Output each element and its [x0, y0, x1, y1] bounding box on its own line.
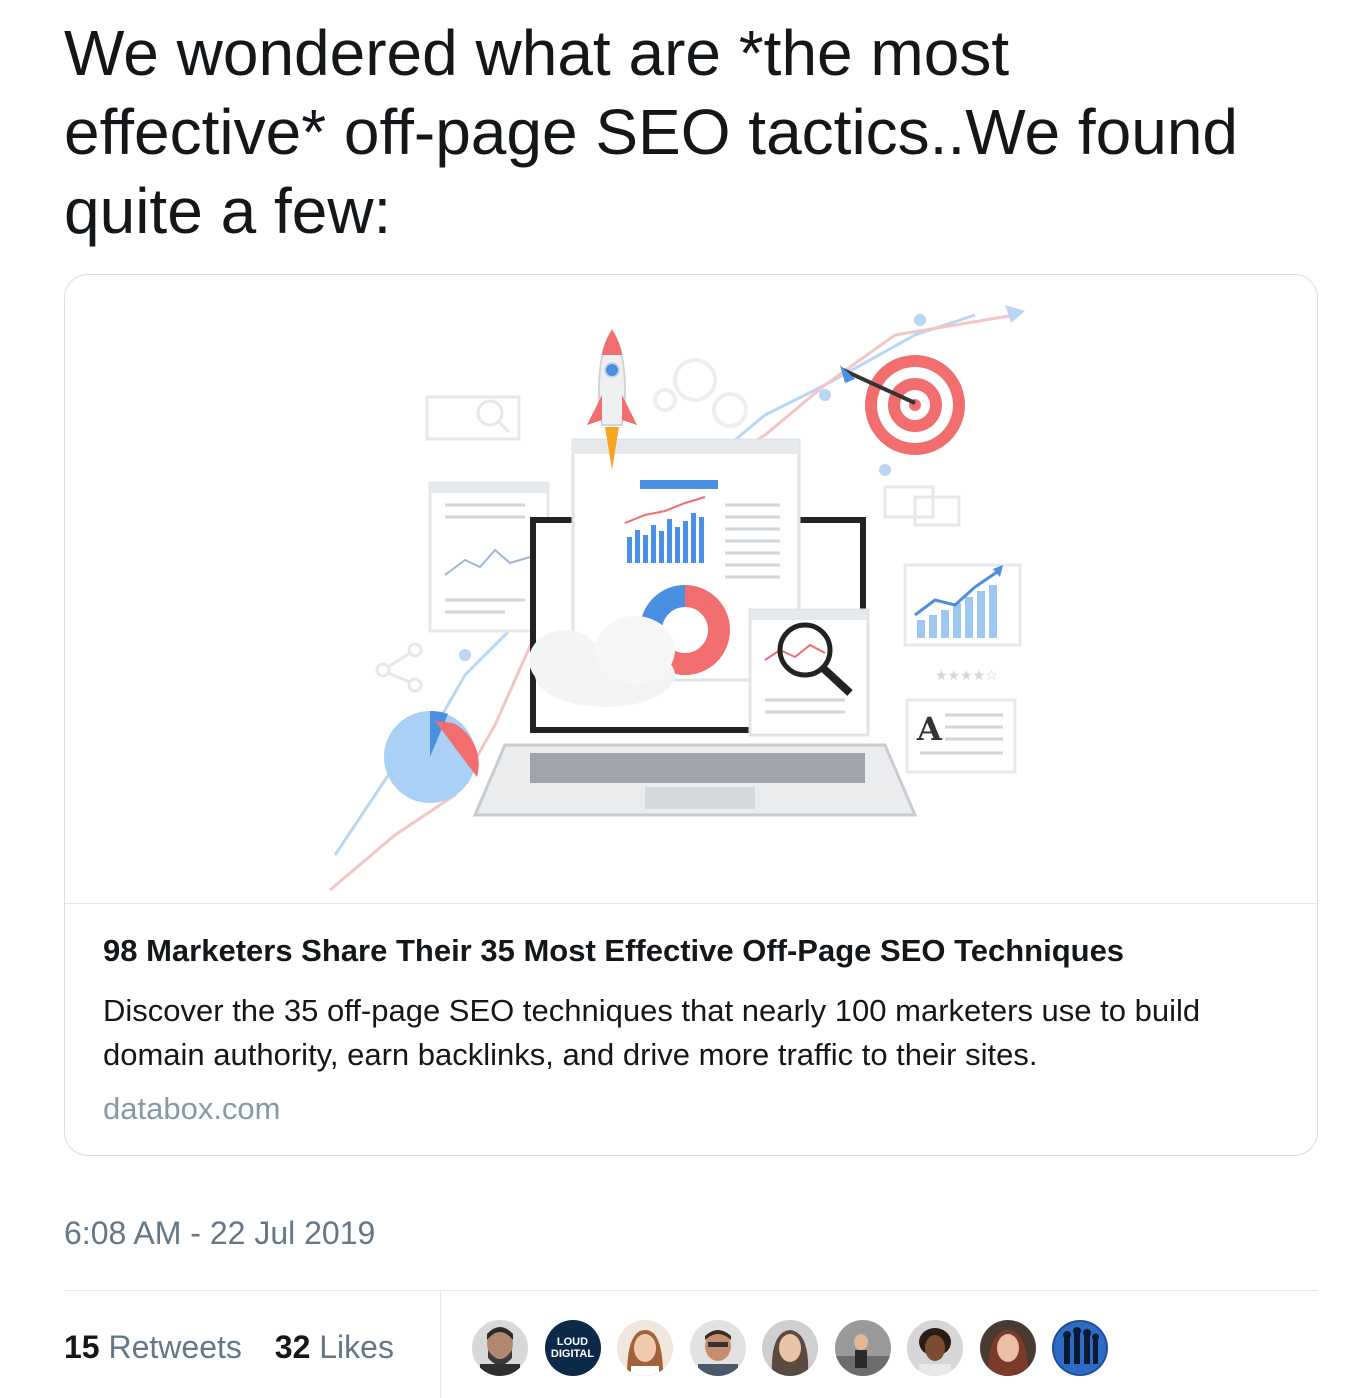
retweets-stat[interactable]: 15 Retweets: [64, 1329, 242, 1365]
avatar-brand-line2: DIGITAL: [550, 1348, 595, 1360]
avatar[interactable]: [615, 1318, 675, 1378]
avatar[interactable]: [687, 1318, 748, 1378]
retweets-label: Retweets: [108, 1329, 242, 1365]
avatar[interactable]: [760, 1318, 820, 1378]
retweets-count: 15: [64, 1329, 100, 1365]
avatar[interactable]: [905, 1318, 965, 1378]
engagement-stats: 15 Retweets 32 Likes: [64, 1326, 418, 1368]
tweet-text: We wondered what are *the most effective…: [64, 17, 1238, 247]
avatar[interactable]: [977, 1318, 1038, 1378]
link-preview-card[interactable]: ★★★★☆ A 98 Marketers Share Their 35 Most…: [64, 274, 1318, 1156]
illustration-letter: A: [916, 710, 943, 748]
avatar-loud-digital[interactable]: LOUD DIGITAL: [542, 1318, 603, 1378]
avatar[interactable]: [832, 1318, 893, 1378]
avatar[interactable]: [1050, 1318, 1110, 1378]
card-description: Discover the 35 off-page SEO techniques …: [103, 993, 1201, 1072]
card-divider: [65, 903, 1317, 904]
card-domain: databox.com: [103, 1091, 281, 1126]
card-illustration: ★★★★☆ A: [65, 275, 1317, 903]
divider: [64, 1290, 1318, 1291]
tweet-timestamp[interactable]: 6:08 AM - 22 Jul 2019: [64, 1212, 375, 1254]
stats-separator: [440, 1292, 441, 1398]
likes-stat[interactable]: 32 Likes: [275, 1329, 394, 1365]
likes-label: Likes: [319, 1329, 394, 1365]
likes-count: 32: [274, 1329, 311, 1365]
liker-avatars: LOUD DIGITAL: [470, 1318, 1123, 1378]
avatar-brand-line1: LOUD: [556, 1336, 589, 1348]
svg-text:★★★★☆: ★★★★☆: [935, 668, 998, 684]
card-title[interactable]: 98 Marketers Share Their 35 Most Effecti…: [103, 931, 1293, 971]
avatar[interactable]: [470, 1318, 530, 1378]
